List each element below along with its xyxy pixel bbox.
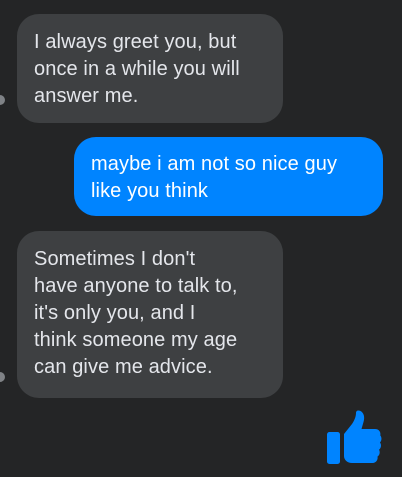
avatar (0, 372, 5, 382)
incoming-message-bubble[interactable]: Sometimes I don't have anyone to talk to… (17, 231, 283, 398)
avatar (0, 95, 5, 105)
message-thread: I always greet you, but once in a while … (0, 0, 402, 477)
like-button[interactable] (325, 410, 383, 466)
incoming-message-bubble[interactable]: I always greet you, but once in a while … (17, 14, 283, 123)
outgoing-message-bubble[interactable]: maybe i am not so nice guy like you thin… (74, 137, 383, 216)
thumbs-up-icon (327, 410, 382, 464)
